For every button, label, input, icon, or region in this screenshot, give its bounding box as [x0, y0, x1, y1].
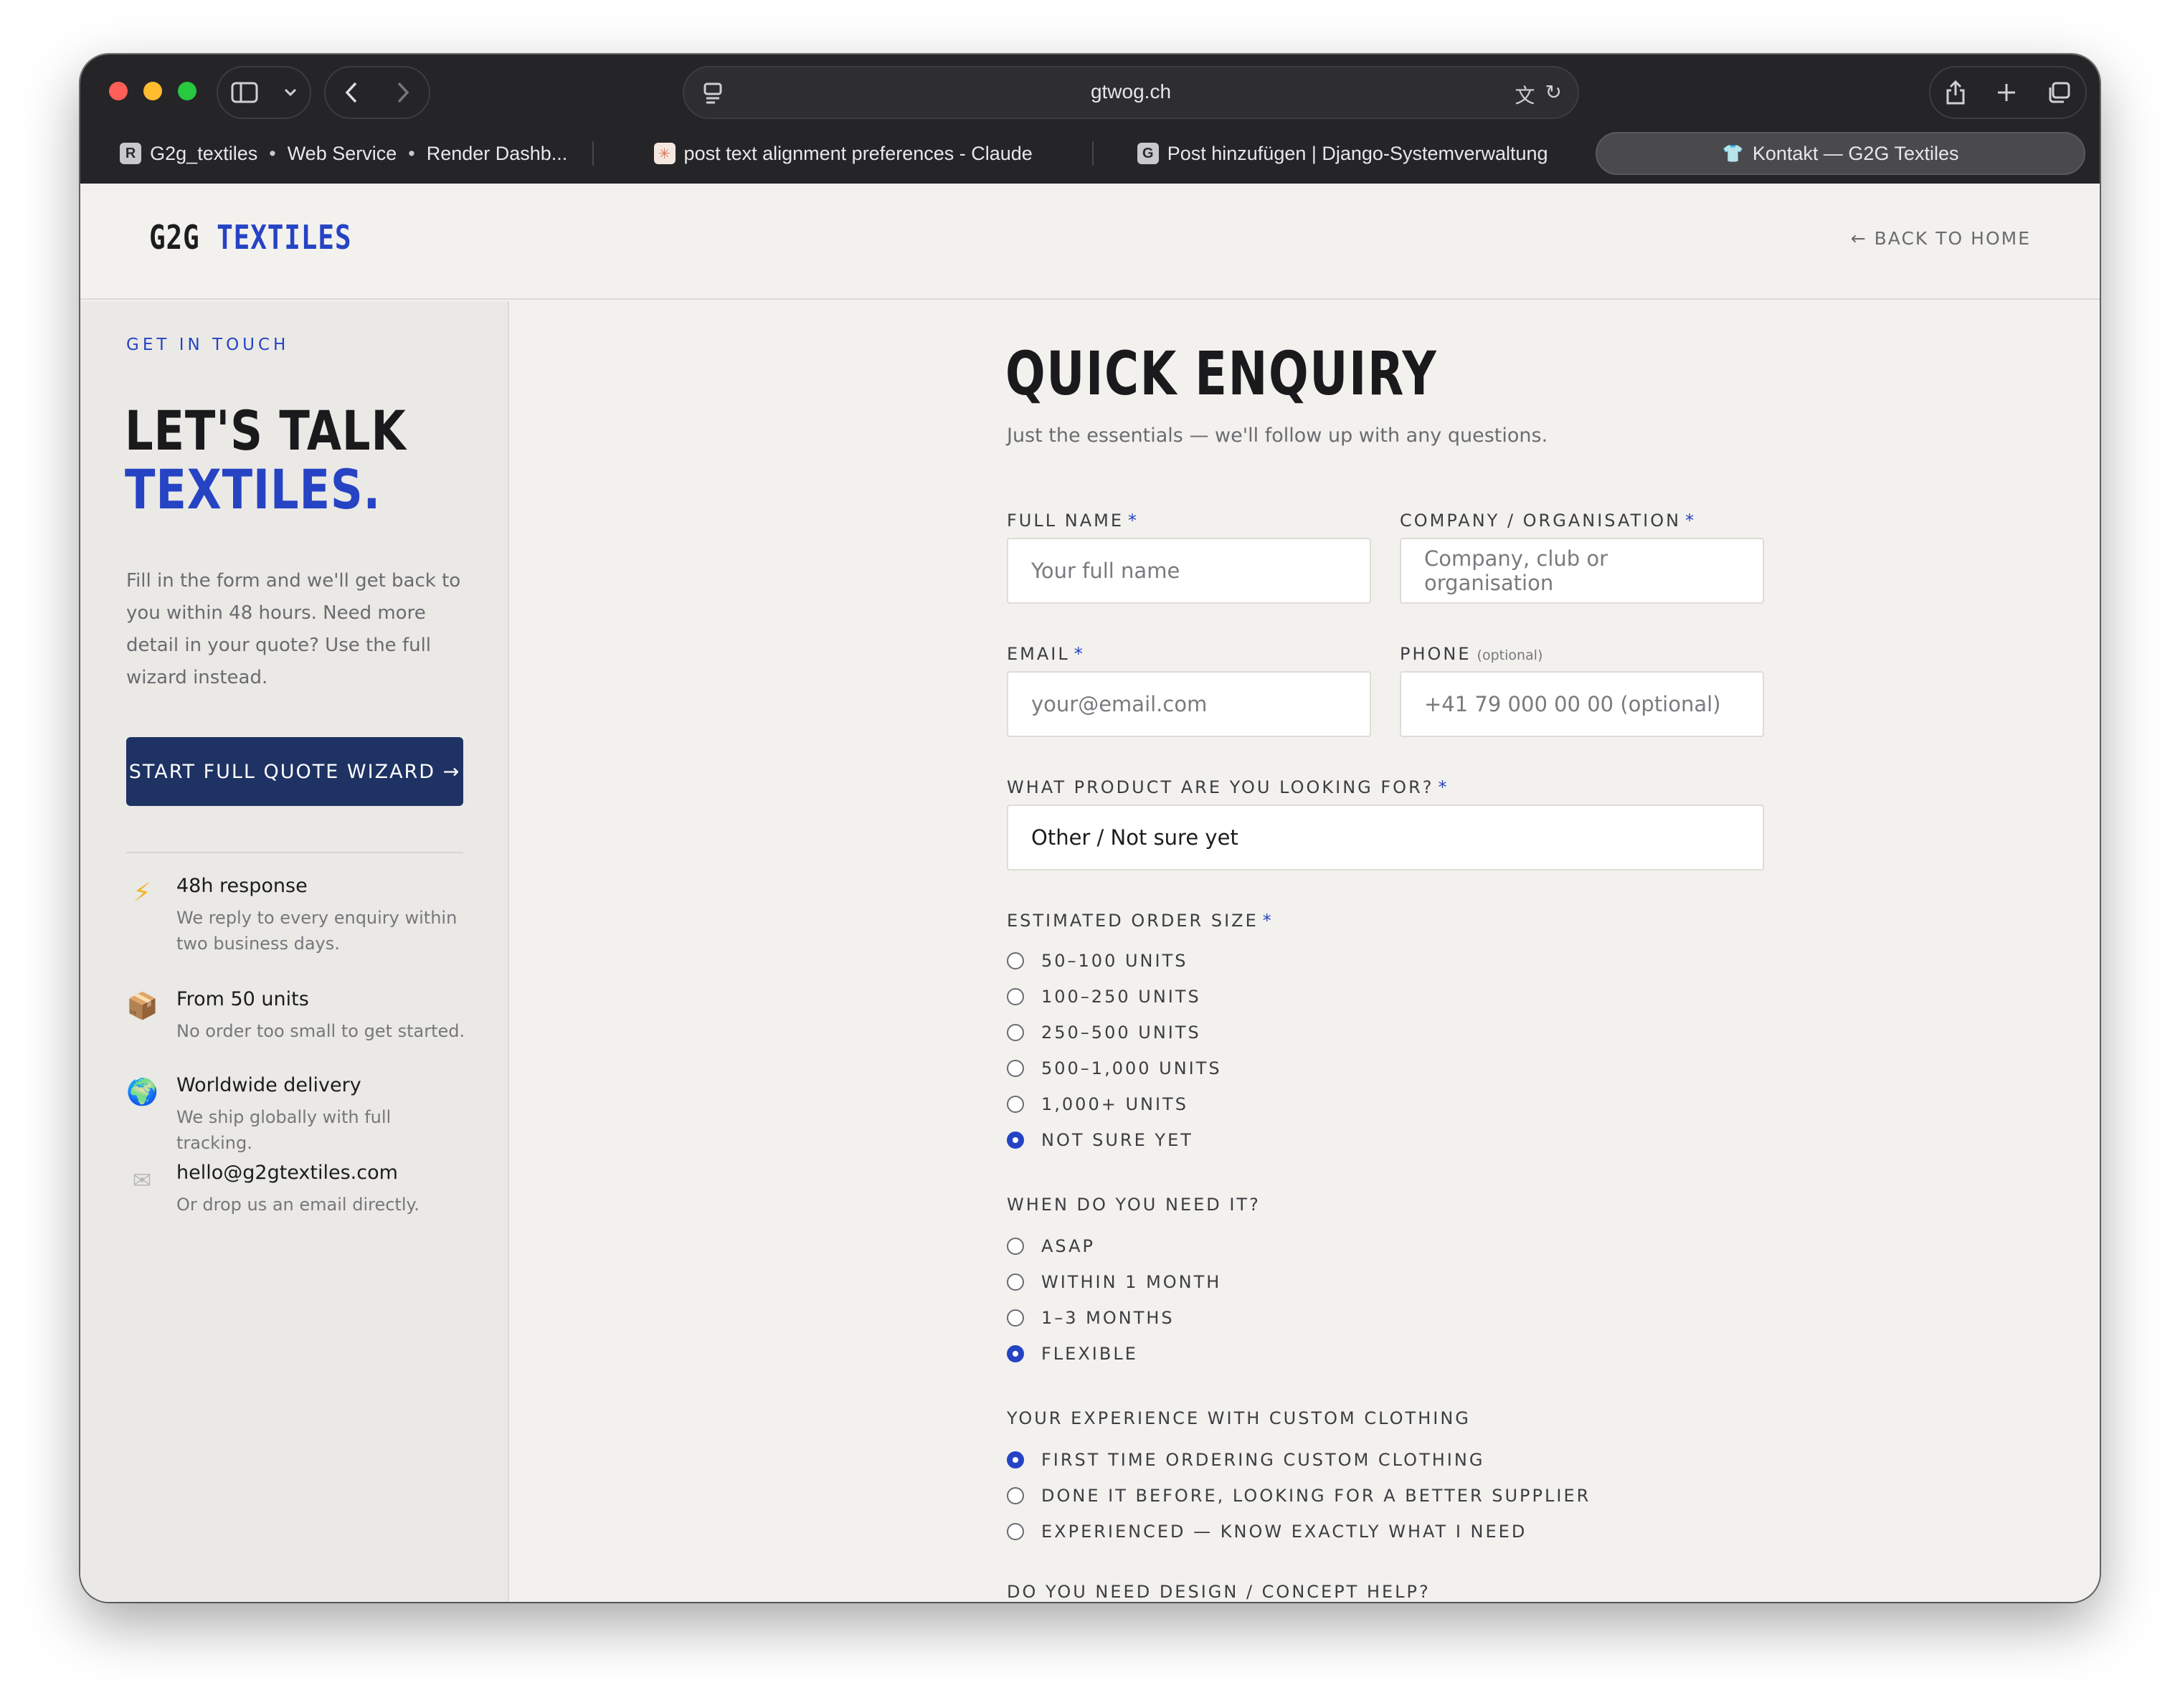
company-input[interactable]: Company, club or organisation [1400, 538, 1764, 604]
experience-label: YOUR EXPERIENCE WITH CUSTOM CLOTHING [1007, 1408, 1471, 1428]
order-size-option[interactable]: NOT SURE YET [1007, 1130, 1193, 1150]
radio-button-selected[interactable] [1007, 1131, 1024, 1149]
form-subtitle: Just the essentials — we'll follow up wi… [1007, 424, 1548, 447]
experience-option[interactable]: EXPERIENCED — KNOW EXACTLY WHAT I NEED [1007, 1522, 1527, 1542]
tab-claude[interactable]: ✳ post text alignment preferences - Clau… [594, 132, 1091, 175]
contact-email-link[interactable]: hello@g2gtextiles.com [176, 1162, 398, 1184]
sidebar-divider [126, 852, 463, 853]
email-label: EMAIL * [1007, 644, 1085, 664]
form-title: QUICK ENQUIRY [1005, 338, 1438, 409]
forward-icon[interactable] [396, 81, 410, 104]
timing-option[interactable]: FLEXIBLE [1007, 1344, 1138, 1364]
contact-sidebar: GET IN TOUCH LET'S TALK TEXTILES. Fill i… [80, 301, 509, 1602]
webpage: G2G TEXTILES ← BACK TO HOME GET IN TOUCH… [80, 184, 2100, 1602]
order-size-option[interactable]: 1,000+ UNITS [1007, 1094, 1188, 1114]
timing-label: WHEN DO YOU NEED IT? [1007, 1195, 1261, 1215]
product-label: WHAT PRODUCT ARE YOU LOOKING FOR? * [1007, 777, 1449, 797]
browser-toolbar: gtwog.ch 文 ↻ R G2g_textiles • Web Service… [80, 54, 2100, 184]
radio-button[interactable] [1007, 1024, 1024, 1041]
order-size-option[interactable]: 100–250 UNITS [1007, 987, 1201, 1007]
package-icon: 📦 [126, 992, 158, 1021]
email-input[interactable]: your@email.com [1007, 671, 1371, 737]
tab-kontakt-active[interactable]: 👕 Kontakt — G2G Textiles [1596, 132, 2085, 175]
navigation-buttons [324, 66, 430, 119]
experience-option[interactable]: DONE IT BEFORE, LOOKING FOR A BETTER SUP… [1007, 1486, 1591, 1506]
window-controls [109, 82, 196, 100]
sidebar-intro-text: Fill in the form and we'll get back to y… [126, 570, 461, 688]
radio-button[interactable] [1007, 1096, 1024, 1113]
radio-button[interactable] [1007, 1060, 1024, 1077]
radio-button-selected[interactable] [1007, 1345, 1024, 1362]
chevron-down-icon [284, 88, 296, 97]
share-icon[interactable] [1945, 80, 1966, 105]
tab-overview-icon[interactable] [2047, 81, 2071, 104]
full-name-label: FULL NAME * [1007, 511, 1139, 531]
order-size-label: ESTIMATED ORDER SIZE * [1007, 911, 1274, 931]
render-favicon-icon: R [120, 143, 142, 164]
start-quote-wizard-button[interactable]: START FULL QUOTE WIZARD → [126, 737, 463, 806]
url-text: gtwog.ch [1090, 80, 1172, 103]
back-to-home-link[interactable]: ← BACK TO HOME [1851, 228, 2031, 249]
radio-button[interactable] [1007, 1273, 1024, 1291]
tab-bar: R G2g_textiles • Web Service • Render Dash… [95, 131, 2085, 176]
design-help-label: DO YOU NEED DESIGN / CONCEPT HELP? [1007, 1582, 1431, 1602]
phone-input[interactable]: +41 79 000 00 00 (optional) [1400, 671, 1764, 737]
timing-option[interactable]: 1–3 MONTHS [1007, 1308, 1175, 1328]
translate-icon[interactable]: 文 [1515, 80, 1535, 109]
radio-button[interactable] [1007, 1238, 1024, 1255]
order-size-option[interactable]: 250–500 UNITS [1007, 1023, 1201, 1043]
timing-option[interactable]: ASAP [1007, 1236, 1095, 1256]
radio-button[interactable] [1007, 1487, 1024, 1504]
sidebar-eyebrow: GET IN TOUCH [126, 336, 290, 354]
product-select[interactable]: Other / Not sure yet [1007, 805, 1764, 870]
sidebar-heading: LET'S TALK TEXTILES. [125, 399, 407, 521]
django-favicon-icon: G [1137, 143, 1159, 164]
timing-option[interactable]: WITHIN 1 MONTH [1007, 1272, 1221, 1292]
envelope-icon: ✉ [132, 1167, 152, 1194]
window-action-buttons [1929, 66, 2087, 119]
zoom-window-button[interactable] [178, 82, 196, 100]
radio-button[interactable] [1007, 988, 1024, 1005]
company-label: COMPANY / ORGANISATION * [1400, 511, 1697, 531]
back-icon[interactable] [344, 81, 359, 104]
address-bar[interactable]: gtwog.ch 文 ↻ [683, 66, 1579, 119]
minimize-window-button[interactable] [143, 82, 162, 100]
site-logo[interactable]: G2G TEXTILES [149, 218, 351, 257]
radio-button-selected[interactable] [1007, 1451, 1024, 1469]
sidebar-icon [231, 82, 257, 103]
enquiry-main: QUICK ENQUIRY Just the essentials — we'l… [511, 301, 2100, 1602]
claude-favicon-icon: ✳ [653, 143, 676, 164]
browser-window: gtwog.ch 文 ↻ R G2g_textiles • Web Service… [80, 54, 2100, 1602]
globe-icon: 🌍 [126, 1078, 158, 1107]
radio-button[interactable] [1007, 952, 1024, 969]
radio-button[interactable] [1007, 1309, 1024, 1327]
lightning-icon: ⚡ [133, 878, 151, 908]
site-header: G2G TEXTILES ← BACK TO HOME [80, 184, 2100, 300]
order-size-option[interactable]: 50–100 UNITS [1007, 951, 1188, 971]
tab-render[interactable]: R G2g_textiles • Web Service • Render Dash… [95, 132, 592, 175]
tshirt-favicon-icon: 👕 [1722, 143, 1744, 163]
tab-django-admin[interactable]: G Post hinzufügen | Django-Systemverwalt… [1094, 132, 1591, 175]
radio-button[interactable] [1007, 1523, 1024, 1540]
full-name-input[interactable]: Your full name [1007, 538, 1371, 604]
sidebar-toggle-button[interactable] [217, 66, 311, 119]
experience-option[interactable]: FIRST TIME ORDERING CUSTOM CLOTHING [1007, 1450, 1484, 1470]
new-tab-icon[interactable] [1996, 82, 2017, 103]
reload-icon[interactable]: ↻ [1545, 80, 1562, 109]
close-window-button[interactable] [109, 82, 128, 100]
order-size-option[interactable]: 500–1,000 UNITS [1007, 1058, 1222, 1078]
phone-label: PHONE (optional) [1400, 644, 1543, 664]
